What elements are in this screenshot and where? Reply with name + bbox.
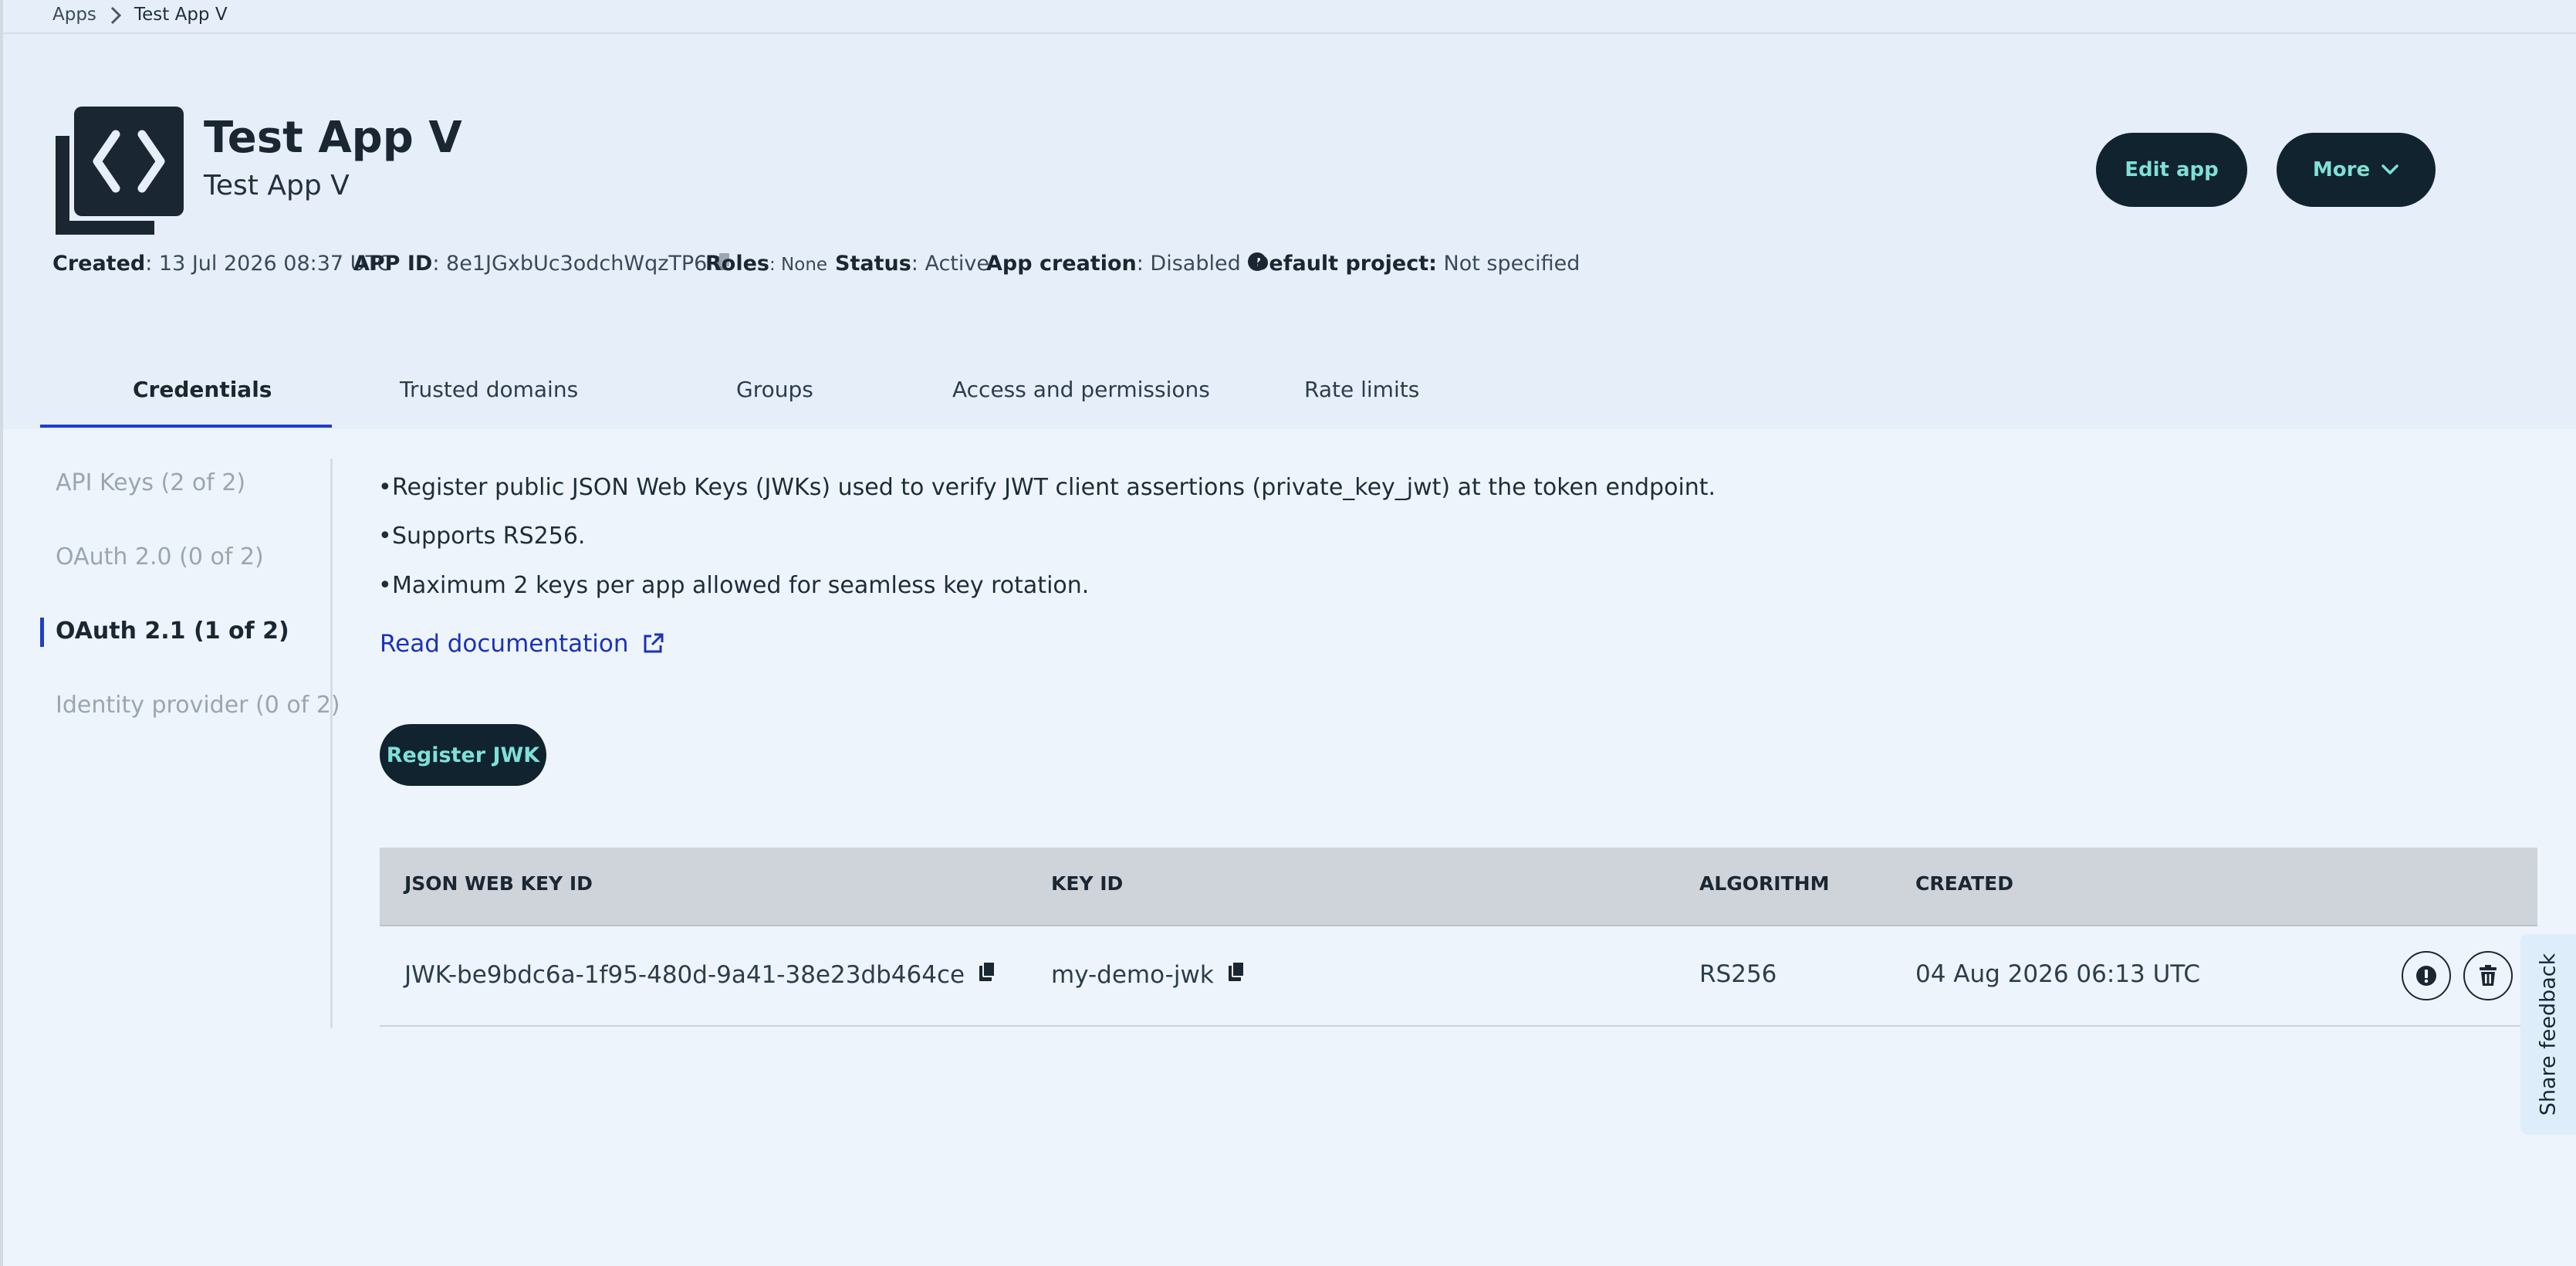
- tab-rate-limits[interactable]: Rate limits: [1304, 377, 1419, 402]
- chevron-down-icon: [2382, 164, 2399, 174]
- created-label: Created: [52, 252, 146, 276]
- share-feedback-label: Share feedback: [2536, 953, 2561, 1116]
- key-details-button[interactable]: [2402, 951, 2451, 1000]
- tab-groups[interactable]: Groups: [736, 377, 813, 402]
- exclamation-circle-icon: [2416, 966, 2436, 986]
- active-tab-indicator: [40, 425, 332, 428]
- delete-key-button[interactable]: [2463, 951, 2513, 1000]
- table-header: [380, 848, 2537, 926]
- info-bullet-3: Maximum 2 keys per app allowed for seaml…: [378, 572, 1089, 599]
- more-label: More: [2312, 158, 2371, 181]
- info-bullet-1: Register public JSON Web Keys (JWKs) use…: [378, 474, 1716, 501]
- tab-credentials[interactable]: Credentials: [133, 377, 272, 402]
- status-label: Status: [835, 252, 911, 276]
- more-button[interactable]: More: [2277, 133, 2436, 207]
- code-brackets-icon: [56, 107, 184, 235]
- table-cell-jwk-id: JWK-be9bdc6a-1f95-480d-9a41-38e23db464ce: [404, 960, 997, 989]
- roles-label: Roles: [705, 252, 769, 276]
- key-id-value: my-demo-jwk: [1051, 961, 1214, 989]
- edit-app-label: Edit app: [2125, 158, 2219, 181]
- app-header: [3, 0, 2576, 429]
- sidebar-item-identity-provider[interactable]: Identity provider (0 of 2): [56, 692, 340, 719]
- chevron-right-icon: [110, 6, 122, 25]
- column-header-jwk-id: JSON WEB KEY ID: [404, 872, 593, 895]
- jwk-id-value: JWK-be9bdc6a-1f95-480d-9a41-38e23db464ce: [404, 961, 965, 989]
- share-feedback-tab[interactable]: Share feedback: [2520, 934, 2576, 1135]
- edit-app-button[interactable]: Edit app: [2096, 133, 2247, 207]
- roles-value: : None: [769, 255, 828, 275]
- app-creation-value: : Disabled: [1136, 252, 1241, 276]
- default-project-meta: Default project: Not specified: [1252, 252, 1580, 276]
- roles-meta: Roles: None: [705, 252, 827, 276]
- created-meta: Created: 13 Jul 2026 08:37 UTC: [52, 252, 391, 276]
- breadcrumb: [3, 0, 2576, 34]
- sidebar-item-oauth-2-1[interactable]: OAuth 2.1 (1 of 2): [56, 618, 289, 645]
- app-id-meta: APP ID: 8e1JGxbUc3odchWqzTP6: [353, 252, 731, 276]
- tab-trusted-domains[interactable]: Trusted domains: [400, 377, 578, 402]
- sidebar-divider: [330, 459, 333, 1028]
- trash-icon: [2480, 965, 2497, 986]
- table-row: [380, 1025, 2537, 1027]
- default-project-value: Not specified: [1443, 252, 1580, 276]
- column-header-algorithm: ALGORITHM: [1699, 872, 1830, 895]
- register-jwk-button[interactable]: Register JWK: [380, 724, 546, 786]
- app-id-label: APP ID: [353, 252, 433, 276]
- register-jwk-label: Register JWK: [386, 743, 540, 767]
- read-documentation-label: Read documentation: [380, 630, 629, 658]
- table-cell-key-id: my-demo-jwk: [1051, 960, 1246, 989]
- table-cell-algorithm: RS256: [1699, 960, 1777, 988]
- external-link-icon: [644, 633, 664, 653]
- app-creation-meta: App creation: Disabled ?: [986, 252, 1267, 276]
- app-id-value: : 8e1JGxbUc3odchWqzTP6: [432, 252, 708, 276]
- sidebar-active-indicator: [40, 618, 44, 647]
- read-documentation-link[interactable]: Read documentation: [380, 630, 664, 658]
- default-project-label: Default project:: [1252, 252, 1437, 276]
- tab-access-permissions[interactable]: Access and permissions: [952, 377, 1210, 402]
- status-meta: Status: Active: [835, 252, 989, 276]
- sidebar-item-oauth-2-0[interactable]: OAuth 2.0 (0 of 2): [56, 543, 264, 570]
- sidebar-item-api-keys[interactable]: API Keys (2 of 2): [56, 469, 245, 496]
- app-creation-label: App creation: [986, 252, 1137, 276]
- column-header-key-id: KEY ID: [1051, 872, 1124, 895]
- table-cell-created: 04 Aug 2026 06:13 UTC: [1915, 960, 2201, 988]
- page-subtitle: Test App V: [204, 170, 350, 201]
- copy-key-id-icon[interactable]: [1226, 960, 1246, 983]
- breadcrumb-current: Test App V: [134, 5, 228, 25]
- status-value: : Active: [911, 252, 989, 276]
- info-bullet-2: Supports RS256.: [378, 523, 585, 550]
- page-title: Test App V: [204, 113, 462, 163]
- breadcrumb-apps-link[interactable]: Apps: [52, 5, 96, 25]
- column-header-created: CREATED: [1915, 872, 2013, 895]
- copy-jwk-id-icon[interactable]: [977, 960, 997, 983]
